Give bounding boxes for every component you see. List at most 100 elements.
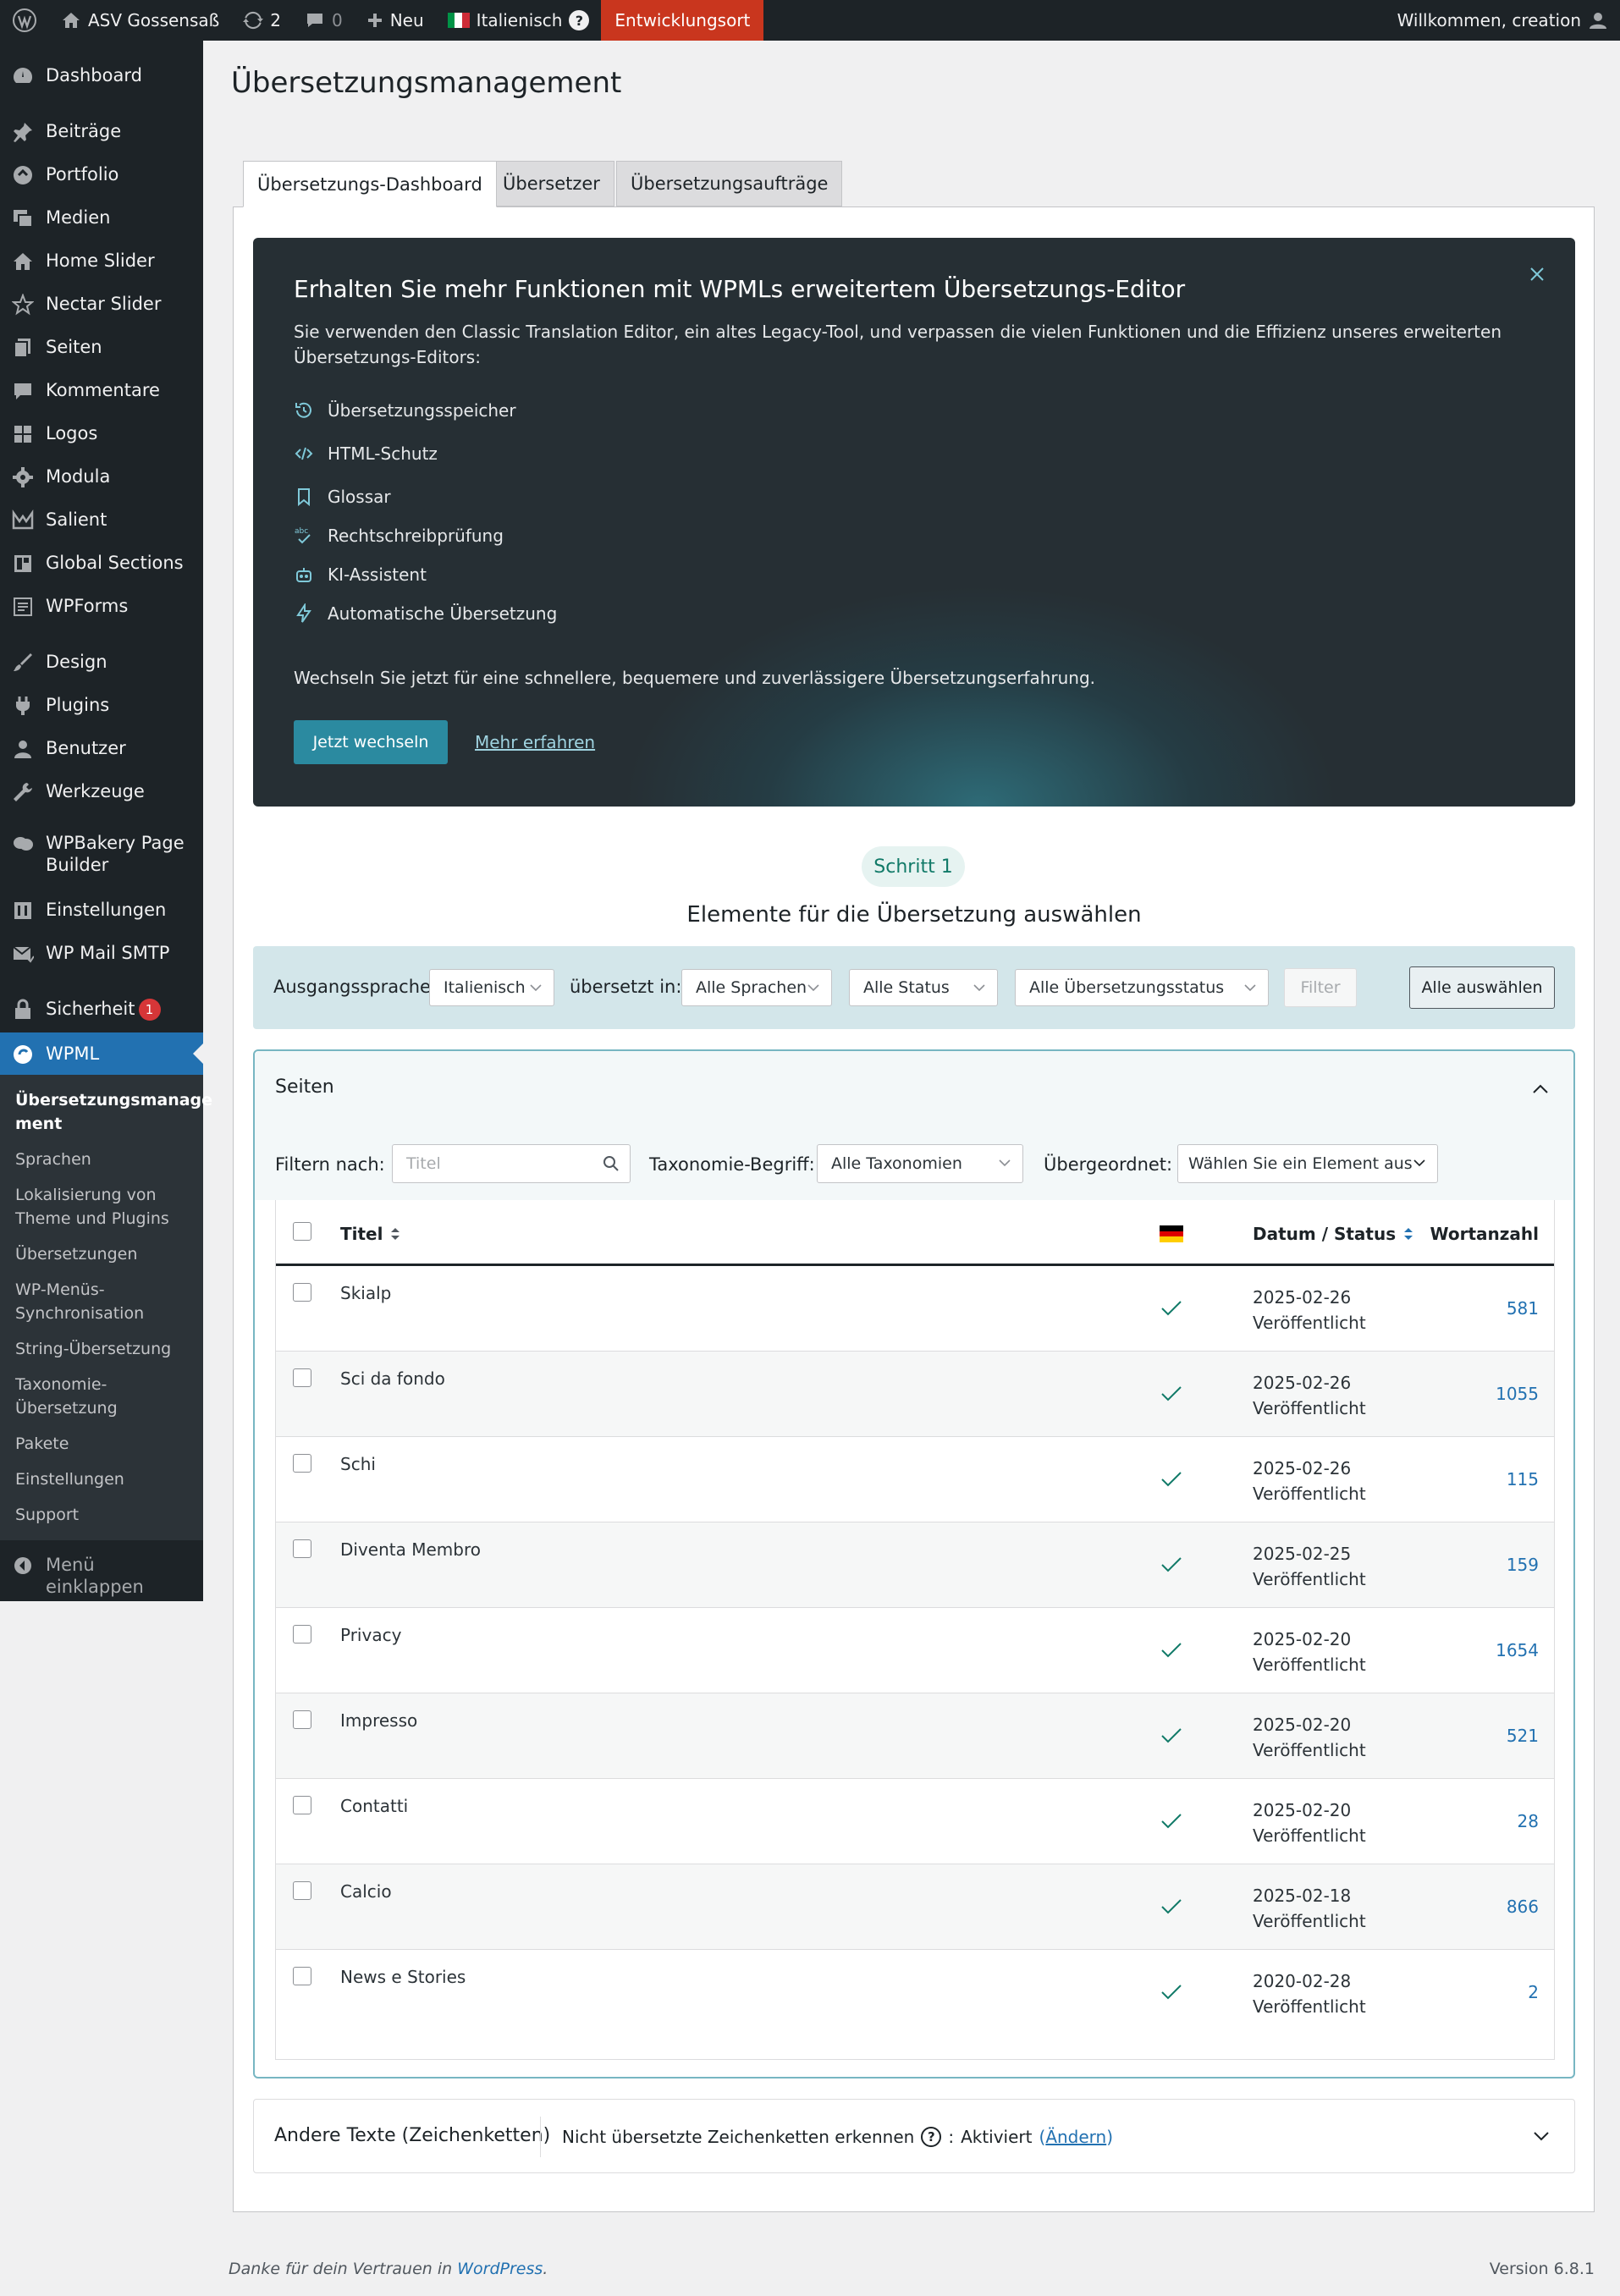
row-checkbox[interactable] [293,1539,311,1558]
submenu-theme-plugin-localization[interactable]: Lokalisierung von Theme und Plugins [15,1183,193,1231]
row-word-count[interactable]: 1654 [1496,1640,1539,1660]
chevron-up-icon[interactable] [1529,1078,1551,1100]
sidebar-item-media[interactable]: Medien [0,206,203,229]
pin-icon [14,123,32,142]
row-word-count[interactable]: 28 [1518,1811,1539,1831]
submenu-string-translation[interactable]: String-Übersetzung [15,1337,193,1361]
sidebar-item-wpforms[interactable]: WPForms [0,595,203,618]
wordpress-link[interactable]: WordPress [457,2260,543,2278]
status-select[interactable]: Alle Status [849,969,998,1006]
other-texts-section[interactable]: Andere Texte (Zeichenketten) Nicht übers… [253,2099,1575,2173]
sidebar-item-tools[interactable]: Werkzeuge [0,780,203,803]
grid-icon [14,426,31,443]
sidebar-item-wpbakery[interactable]: WPBakery Page Builder [0,832,203,876]
home-icon [63,13,80,28]
translation-status-select[interactable]: Alle Übersetzungsstatus [1015,969,1269,1006]
close-icon[interactable] [1524,262,1550,287]
sidebar-item-comments[interactable]: Kommentare [0,379,203,402]
sidebar-item-dashboard[interactable]: Dashboard [0,64,203,87]
sidebar-item-design[interactable]: Design [0,651,203,674]
help-icon[interactable]: ? [569,10,590,30]
string-detection-status: Nicht übersetzte Zeichenketten erkennen … [562,2127,1114,2147]
submenu-settings[interactable]: Einstellungen [15,1467,193,1491]
account-menu[interactable]: Willkommen, creation [1386,0,1620,41]
feature-translation-memory: Übersetzungsspeicher [294,400,516,421]
row-checkbox[interactable] [293,1283,311,1302]
admin-bar: ASV Gossensaß 2 0 Neu Italienisch ? Entw… [0,0,1620,41]
row-checkbox[interactable] [293,1796,311,1814]
plugin-icon [16,697,30,715]
table-row: Contatti 2025-02-20 Veröffentlicht 28 [276,1779,1554,1864]
change-link[interactable]: Ändern [1045,2127,1106,2147]
parent-select[interactable]: Wählen Sie ein Element aus [1177,1144,1438,1183]
row-word-count[interactable]: 866 [1507,1897,1539,1917]
comments-link[interactable]: 0 [293,0,355,41]
select-all-button[interactable]: Alle auswählen [1409,966,1555,1009]
row-word-count[interactable]: 2 [1528,1982,1539,2002]
row-title: Privacy [340,1625,402,1645]
chevron-down-icon [973,984,985,992]
new-content-link[interactable]: Neu [355,0,436,41]
target-languages-select[interactable]: Alle Sprachen [681,969,832,1006]
sidebar-item-portfolio[interactable]: Portfolio [0,163,203,186]
switch-now-button[interactable]: Jetzt wechseln [294,720,448,764]
row-word-count[interactable]: 521 [1507,1726,1539,1746]
sidebar-item-modula[interactable]: Modula [0,465,203,488]
dashboard-icon [14,68,32,83]
row-checkbox[interactable] [293,1967,311,1985]
row-checkbox[interactable] [293,1881,311,1900]
sidebar-item-global-sections[interactable]: Global Sections [0,552,203,575]
row-checkbox[interactable] [293,1368,311,1387]
sidebar-item-users[interactable]: Benutzer [0,737,203,760]
row-checkbox[interactable] [293,1710,311,1729]
sidebar-item-logos[interactable]: Logos [0,422,203,445]
submenu-translations[interactable]: Übersetzungen [15,1242,193,1266]
language-switcher[interactable]: Italienisch ? [436,0,602,41]
sidebar-item-posts[interactable]: Beiträge [0,120,203,143]
taxonomy-select[interactable]: Alle Taxonomien [817,1144,1023,1183]
row-word-count[interactable]: 115 [1507,1469,1539,1489]
title-search-input[interactable] [392,1144,631,1183]
submenu-translation-management[interactable]: Übersetzungsmanage ment [15,1088,212,1136]
sidebar-item-wpml[interactable]: WPML [0,1032,203,1075]
sidebar-item-nectar-slider[interactable]: Nectar Slider [0,293,203,316]
submenu-support[interactable]: Support [15,1503,193,1527]
check-icon [1161,1643,1182,1658]
collapse-icon [14,1557,31,1574]
learn-more-link[interactable]: Mehr erfahren [475,732,595,752]
column-date-status[interactable]: Datum / Status [1253,1224,1414,1244]
table-header: Titel Datum / Status Wortanzahl [276,1200,1554,1266]
sidebar-item-security[interactable]: Sicherheit 1 [0,998,203,1021]
row-checkbox[interactable] [293,1454,311,1473]
environment-badge[interactable]: Entwicklungsort [601,0,764,41]
sidebar-item-settings[interactable]: Einstellungen [0,899,203,922]
column-title[interactable]: Titel [340,1224,401,1244]
tab-translation-dashboard[interactable]: Übersetzungs-Dashboard [243,161,497,207]
row-word-count[interactable]: 1055 [1496,1384,1539,1404]
filter-button[interactable]: Filter [1284,968,1357,1007]
select-all-checkbox[interactable] [293,1222,311,1241]
updates-link[interactable]: 2 [231,0,293,41]
sidebar-item-home-slider[interactable]: Home Slider [0,250,203,273]
submenu-wp-menus-sync[interactable]: WP-Menüs-Synchronisation [15,1278,193,1325]
sidebar-item-plugins[interactable]: Plugins [0,694,203,717]
tab-translators[interactable]: Übersetzer [488,161,614,206]
row-title: Schi [340,1454,376,1474]
help-icon[interactable]: ? [921,2127,942,2147]
row-word-count[interactable]: 581 [1507,1298,1539,1319]
feature-ai-assistant: KI-Assistent [294,564,427,585]
source-language-select[interactable]: Italienisch [429,969,554,1006]
row-checkbox[interactable] [293,1625,311,1644]
sidebar-item-pages[interactable]: Seiten [0,336,203,359]
submenu-packages[interactable]: Pakete [15,1432,193,1456]
wordpress-logo-icon[interactable] [0,0,49,41]
chevron-down-icon[interactable] [1530,2125,1552,2147]
sidebar-item-salient[interactable]: Salient [0,509,203,531]
site-name-link[interactable]: ASV Gossensaß [49,0,231,41]
row-word-count[interactable]: 159 [1507,1555,1539,1575]
collapse-menu-button[interactable]: Menü einklappen [0,1554,203,1598]
sidebar-item-wp-mail-smtp[interactable]: WP Mail SMTP [0,942,203,965]
submenu-languages[interactable]: Sprachen [15,1148,193,1171]
tab-translation-jobs[interactable]: Übersetzungsaufträge [616,161,843,206]
submenu-taxonomy-translation[interactable]: Taxonomie-Übersetzung [15,1373,193,1420]
